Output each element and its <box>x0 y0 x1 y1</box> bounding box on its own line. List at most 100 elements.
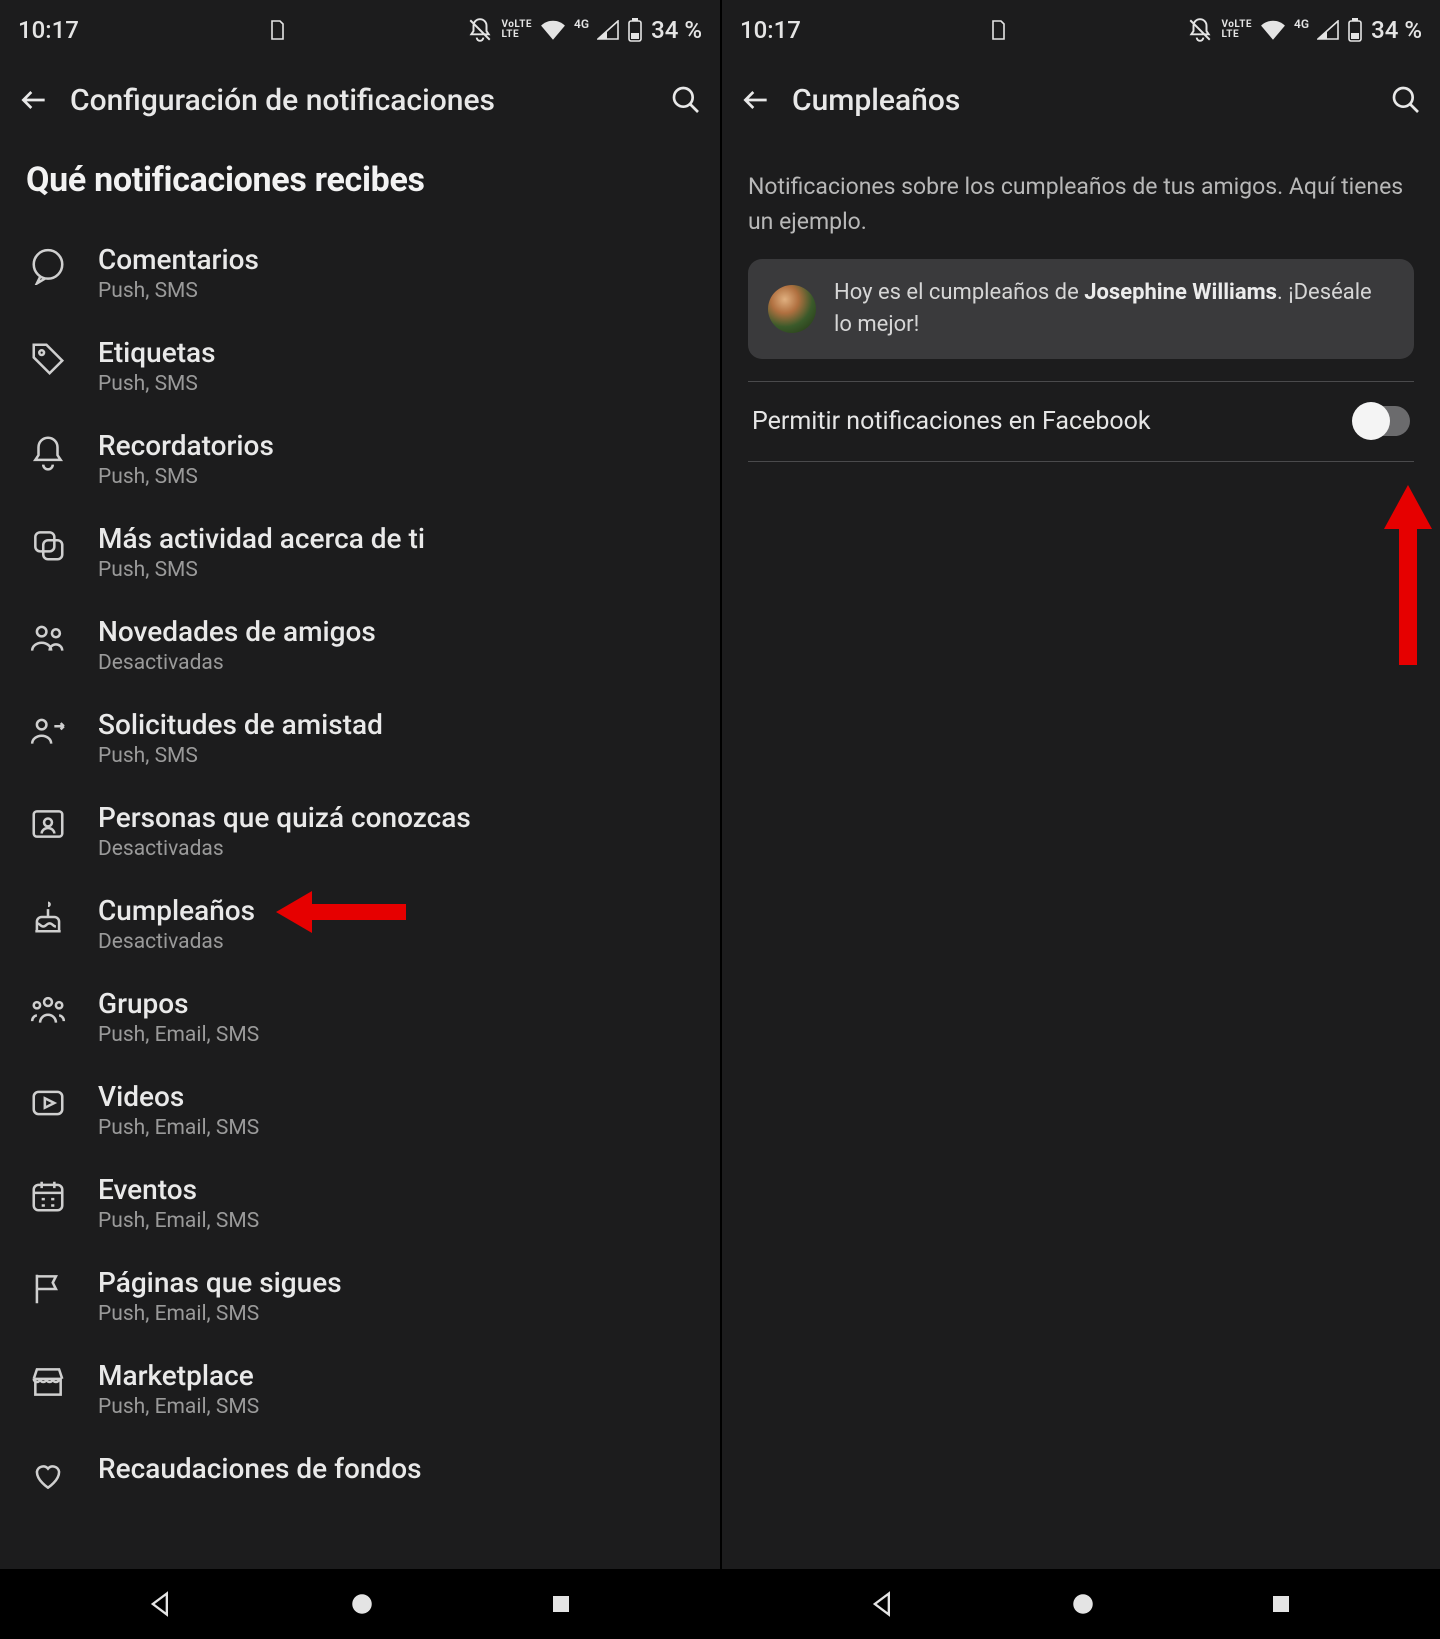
row-title: Más actividad acerca de ti <box>98 521 694 556</box>
cake-icon <box>26 895 70 939</box>
row-sub: Desactivadas <box>98 930 694 954</box>
tutorial-arrow-icon <box>1378 485 1438 665</box>
row-sub: Push, SMS <box>98 372 694 396</box>
memory-card-icon <box>268 19 286 41</box>
friend-request-icon <box>26 709 70 753</box>
comment-icon <box>26 244 70 288</box>
header: Cumpleaños <box>722 60 1440 140</box>
volte-indicator: VoLTELTE <box>1221 20 1252 40</box>
friends-icon <box>26 616 70 660</box>
row-sub: Push, SMS <box>98 279 694 303</box>
nav-back-icon[interactable] <box>147 1590 175 1618</box>
row-videos[interactable]: VideosPush, Email, SMS <box>26 1063 694 1156</box>
section-title: Qué notificaciones recibes <box>26 160 694 200</box>
page-title: Configuración de notificaciones <box>70 83 650 118</box>
flag-icon <box>26 1267 70 1311</box>
row-title: Cumpleaños <box>98 893 694 928</box>
nav-home-icon[interactable] <box>1070 1591 1096 1617</box>
memory-card-icon <box>989 19 1007 41</box>
screen-notification-settings: 10:17 VoLTELTE 4G 34 % <box>0 0 720 1639</box>
nav-recent-icon[interactable] <box>1269 1592 1293 1616</box>
battery-percent: 34 % <box>651 16 702 44</box>
groups-icon <box>26 988 70 1032</box>
status-bar: 10:17 VoLTELTE 4G 34 % <box>0 0 720 60</box>
row-solicitudes-amistad[interactable]: Solicitudes de amistadPush, SMS <box>26 691 694 784</box>
row-personas-conozcas[interactable]: Personas que quizá conozcasDesactivadas <box>26 784 694 877</box>
row-title: Marketplace <box>98 1358 694 1393</box>
row-sub: Push, SMS <box>98 465 694 489</box>
row-sub: Push, Email, SMS <box>98 1023 694 1047</box>
row-title: Eventos <box>98 1172 694 1207</box>
content: Notificaciones sobre los cumpleaños de t… <box>722 140 1440 1569</box>
wifi-icon <box>1260 20 1286 40</box>
status-time: 10:17 <box>740 16 801 44</box>
toggle-label: Permitir notificaciones en Facebook <box>752 404 1334 439</box>
bell-off-icon <box>467 17 493 43</box>
row-title: Páginas que sigues <box>98 1265 694 1300</box>
row-title: Grupos <box>98 986 694 1021</box>
copy-icon <box>26 523 70 567</box>
row-recaudaciones[interactable]: Recaudaciones de fondos <box>26 1435 694 1513</box>
bell-off-icon <box>1187 17 1213 43</box>
row-comentarios[interactable]: ComentariosPush, SMS <box>26 226 694 319</box>
row-marketplace[interactable]: MarketplacePush, Email, SMS <box>26 1342 694 1435</box>
nav-bar <box>722 1569 1440 1639</box>
people-you-may-know-icon <box>26 802 70 846</box>
bell-icon <box>26 430 70 474</box>
back-icon[interactable] <box>740 84 772 116</box>
row-title: Etiquetas <box>98 335 694 370</box>
row-paginas[interactable]: Páginas que siguesPush, Email, SMS <box>26 1249 694 1342</box>
row-title: Personas que quizá conozcas <box>98 800 694 835</box>
wifi-icon <box>540 20 566 40</box>
row-title: Recaudaciones de fondos <box>98 1451 694 1486</box>
row-title: Solicitudes de amistad <box>98 707 694 742</box>
row-eventos[interactable]: EventosPush, Email, SMS <box>26 1156 694 1249</box>
row-sub: Push, Email, SMS <box>98 1395 694 1419</box>
status-bar: 10:17 VoLTELTE 4G 34 % <box>722 0 1440 60</box>
avatar <box>768 285 816 333</box>
toggle-switch[interactable] <box>1354 406 1410 436</box>
screen-birthdays: 10:17 VoLTELTE 4G 34 % <box>720 0 1440 1639</box>
nav-bar <box>0 1569 720 1639</box>
row-title: Videos <box>98 1079 694 1114</box>
row-grupos[interactable]: GruposPush, Email, SMS <box>26 970 694 1063</box>
signal-icon <box>1317 20 1339 40</box>
content: Qué notificaciones recibes ComentariosPu… <box>0 140 720 1569</box>
nav-back-icon[interactable] <box>869 1590 897 1618</box>
row-sub: Desactivadas <box>98 651 694 675</box>
network-4g-label: 4G <box>1294 17 1309 31</box>
page-title: Cumpleaños <box>792 83 1370 118</box>
row-title: Comentarios <box>98 242 694 277</box>
search-icon[interactable] <box>670 84 702 116</box>
video-icon <box>26 1081 70 1125</box>
back-icon[interactable] <box>18 84 50 116</box>
calendar-icon <box>26 1174 70 1218</box>
example-text: Hoy es el cumpleaños de Josephine Willia… <box>834 277 1394 341</box>
row-recordatorios[interactable]: RecordatoriosPush, SMS <box>26 412 694 505</box>
nav-home-icon[interactable] <box>349 1591 375 1617</box>
battery-icon <box>627 18 643 42</box>
row-sub: Desactivadas <box>98 837 694 861</box>
search-icon[interactable] <box>1390 84 1422 116</box>
network-4g-label: 4G <box>574 17 589 31</box>
example-notification: Hoy es el cumpleaños de Josephine Willia… <box>748 259 1414 359</box>
signal-icon <box>597 20 619 40</box>
row-cumpleanos[interactable]: CumpleañosDesactivadas <box>26 877 694 970</box>
nav-recent-icon[interactable] <box>549 1592 573 1616</box>
row-sub: Push, Email, SMS <box>98 1116 694 1140</box>
battery-percent: 34 % <box>1371 16 1422 44</box>
volte-indicator: VoLTELTE <box>501 20 532 40</box>
row-sub: Push, SMS <box>98 744 694 768</box>
row-etiquetas[interactable]: EtiquetasPush, SMS <box>26 319 694 412</box>
row-mas-actividad[interactable]: Más actividad acerca de tiPush, SMS <box>26 505 694 598</box>
row-sub: Push, Email, SMS <box>98 1209 694 1233</box>
description-text: Notificaciones sobre los cumpleaños de t… <box>748 170 1414 239</box>
row-sub: Push, SMS <box>98 558 694 582</box>
heart-hand-icon <box>26 1453 70 1497</box>
toggle-allow-notifications[interactable]: Permitir notificaciones en Facebook <box>748 381 1414 462</box>
store-icon <box>26 1360 70 1404</box>
status-time: 10:17 <box>18 16 79 44</box>
row-novedades-amigos[interactable]: Novedades de amigosDesactivadas <box>26 598 694 691</box>
row-title: Recordatorios <box>98 428 694 463</box>
battery-icon <box>1347 18 1363 42</box>
